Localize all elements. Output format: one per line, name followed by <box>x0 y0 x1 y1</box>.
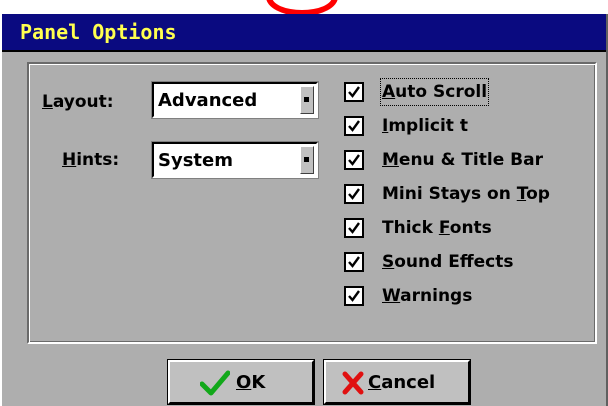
checkbox-check-icon[interactable] <box>344 286 364 306</box>
ok-button-label: OK <box>236 372 266 393</box>
hints-label: Hints: <box>62 150 120 170</box>
checkmark-icon <box>200 370 230 396</box>
option-label: Thick Fonts <box>382 218 492 238</box>
checkbox-check-icon[interactable] <box>344 150 364 170</box>
option-label: Menu & Title Bar <box>382 150 543 170</box>
x-icon <box>342 371 364 395</box>
option-label: Auto Scroll <box>379 78 490 106</box>
layout-dropdown-arrow-icon[interactable] <box>300 86 314 114</box>
cancel-button[interactable]: Cancel <box>323 359 471 405</box>
layout-select[interactable]: Advanced <box>151 81 319 119</box>
red-decoration-strip <box>0 0 608 14</box>
option-label: Mini Stays on Top <box>382 184 550 204</box>
window-title: Panel Options <box>20 20 177 44</box>
cancel-button-label: Cancel <box>368 372 436 393</box>
ok-button[interactable]: OK <box>167 359 315 405</box>
panel-options-dialog: Panel Options Layout: Advanced Hints: Sy… <box>0 14 608 406</box>
checkbox-check-icon[interactable] <box>344 218 364 238</box>
hints-select-value: System <box>158 150 233 171</box>
layout-label: Layout: <box>42 92 114 112</box>
checkbox-check-icon[interactable] <box>344 82 364 102</box>
checkbox-check-icon[interactable] <box>344 184 364 204</box>
hints-dropdown-arrow-icon[interactable] <box>300 146 314 174</box>
checkbox-check-icon[interactable] <box>344 252 364 272</box>
title-bar[interactable]: Panel Options <box>2 14 606 52</box>
option-label: Sound Effects <box>382 252 514 272</box>
layout-select-value: Advanced <box>158 90 258 111</box>
option-label: Warnings <box>382 286 473 306</box>
checkbox-check-icon[interactable] <box>344 116 364 136</box>
hints-select[interactable]: System <box>151 141 319 179</box>
option-label: Implicit t <box>382 116 468 136</box>
red-glyph-fragment <box>266 0 338 14</box>
